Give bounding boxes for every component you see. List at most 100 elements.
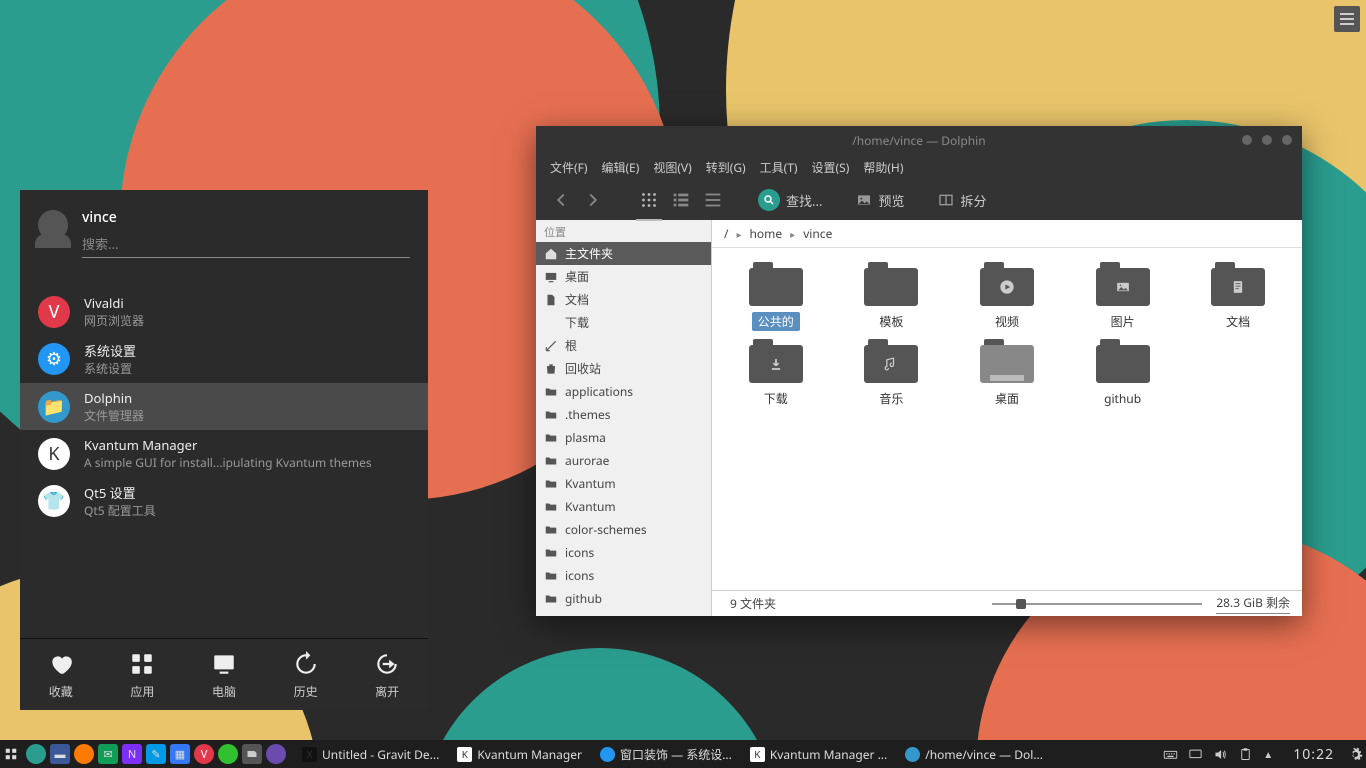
places-item[interactable]: 下载 [536,311,711,334]
menu-item[interactable]: 设置(S) [812,159,850,176]
launcher-icon[interactable]: N [122,744,142,764]
file-item[interactable]: 模板 [836,262,948,331]
launcher-icon[interactable]: ✎ [146,744,166,764]
close-button[interactable] [1282,135,1292,145]
tab-leave[interactable]: 离开 [351,651,423,700]
launcher-icon[interactable]: V [194,744,214,764]
places-label: .themes [565,406,610,423]
split-button[interactable]: 拆分 [938,191,986,210]
app-item[interactable]: K Kvantum ManagerA simple GUI for instal… [20,430,428,477]
details-view-button[interactable] [702,189,724,211]
compact-view-button[interactable] [670,189,692,211]
task-item[interactable]: KKvantum Manager [449,744,590,765]
folder-icon [544,477,558,491]
icons-view-button[interactable] [638,189,660,211]
places-item[interactable]: plasma [536,426,711,449]
tab-favorites[interactable]: 收藏 [25,651,97,700]
maximize-button[interactable] [1262,135,1272,145]
task-item[interactable]: KKvantum Manager ... [742,744,895,765]
menu-item[interactable]: 帮助(H) [863,159,903,176]
breadcrumb-item[interactable]: home [750,225,783,242]
places-item[interactable]: .themes [536,403,711,426]
tab-computer[interactable]: 电脑 [188,651,260,700]
start-button[interactable] [0,747,22,761]
launcher-icon[interactable] [266,744,286,764]
folder-icon [544,500,558,514]
places-item[interactable]: 主文件夹 [536,242,711,265]
launcher-icon[interactable]: ▦ [170,744,190,764]
user-avatar-icon[interactable] [38,210,68,240]
chevron-right-icon: ▸ [790,227,795,241]
settings-icon[interactable] [1344,747,1366,762]
volume-icon[interactable] [1213,747,1228,762]
desktop-menu-icon[interactable] [1334,6,1360,32]
places-label: 根 [565,337,577,354]
places-item[interactable]: applications [536,380,711,403]
launcher-icon[interactable] [26,744,46,764]
places-item[interactable]: icons [536,564,711,587]
menu-item[interactable]: 转到(G) [706,159,746,176]
zoom-slider[interactable] [790,603,1202,605]
file-item[interactable]: 下载 [720,339,832,408]
places-item[interactable]: 回收站 [536,357,711,380]
clock[interactable]: 10:22 [1283,745,1344,764]
tab-applications[interactable]: 应用 [106,651,178,700]
display-icon[interactable] [1188,747,1203,762]
folder-icon [749,339,803,383]
task-icon [905,747,920,762]
menu-item[interactable]: 文件(F) [550,159,587,176]
places-item[interactable]: color-schemes [536,518,711,541]
folder-icon [1096,262,1150,306]
places-item[interactable]: aurorae [536,449,711,472]
app-item[interactable]: V Vivaldi网页浏览器 [20,288,428,335]
folder-icon [864,339,918,383]
keyboard-icon[interactable] [1163,747,1178,762]
search-input[interactable] [82,231,410,258]
app-name: Dolphin [84,389,144,407]
task-item[interactable]: XUntitled - Gravit De... [294,744,447,765]
places-item[interactable]: 文档 [536,288,711,311]
preview-button[interactable]: 预览 [856,191,904,210]
launcher-icon[interactable] [218,744,238,764]
window-titlebar[interactable]: /home/vince — Dolphin [536,126,1302,154]
tab-history[interactable]: 历史 [270,651,342,700]
breadcrumb-item[interactable]: vince [803,225,832,242]
file-item[interactable]: 音乐 [836,339,948,408]
file-item[interactable]: 视频 [951,262,1063,331]
file-item[interactable]: github [1067,339,1179,408]
task-item[interactable]: /home/vince — Dol... [897,744,1051,765]
file-item[interactable]: 文档 [1182,262,1294,331]
search-button[interactable]: 查找... [758,189,822,211]
task-item[interactable]: 窗口装饰 — 系统设... [592,744,740,765]
forward-button[interactable] [582,189,604,211]
places-item[interactable]: icons [536,541,711,564]
app-item[interactable]: ⚙ 系统设置系统设置 [20,335,428,383]
places-item[interactable]: Kvantum [536,495,711,518]
clipboard-icon[interactable] [1238,747,1253,762]
launcher-icon[interactable] [74,744,94,764]
split-icon [938,192,954,208]
tray-expand-icon[interactable]: ▲ [1263,747,1273,761]
task-list: XUntitled - Gravit De...KKvantum Manager… [290,744,1153,765]
minimize-button[interactable] [1242,135,1252,145]
launcher-icon[interactable] [242,744,262,764]
app-item[interactable]: 👕 Qt5 设置Qt5 配置工具 [20,477,428,525]
file-item[interactable]: 图片 [1067,262,1179,331]
menu-item[interactable]: 工具(T) [760,159,798,176]
menu-item[interactable]: 编辑(E) [601,159,639,176]
launcher-icon[interactable]: ✉ [98,744,118,764]
file-item[interactable]: 桌面 [951,339,1063,408]
doc-icon [544,293,558,307]
back-button[interactable] [550,189,572,211]
places-item[interactable]: github [536,587,711,610]
places-item[interactable]: Kvantum [536,472,711,495]
app-item[interactable]: 📁 Dolphin文件管理器 [20,383,428,430]
folder-icon [544,592,558,606]
menu-item[interactable]: 视图(V) [653,159,691,176]
launcher-icon[interactable]: ▬ [50,744,70,764]
app-launcher: vince V Vivaldi网页浏览器⚙ 系统设置系统设置📁 Dolphin文… [20,190,428,710]
places-item[interactable]: 桌面 [536,265,711,288]
breadcrumb-item[interactable]: / [724,225,728,242]
places-item[interactable]: 根 [536,334,711,357]
file-item[interactable]: 公共的 [720,262,832,331]
